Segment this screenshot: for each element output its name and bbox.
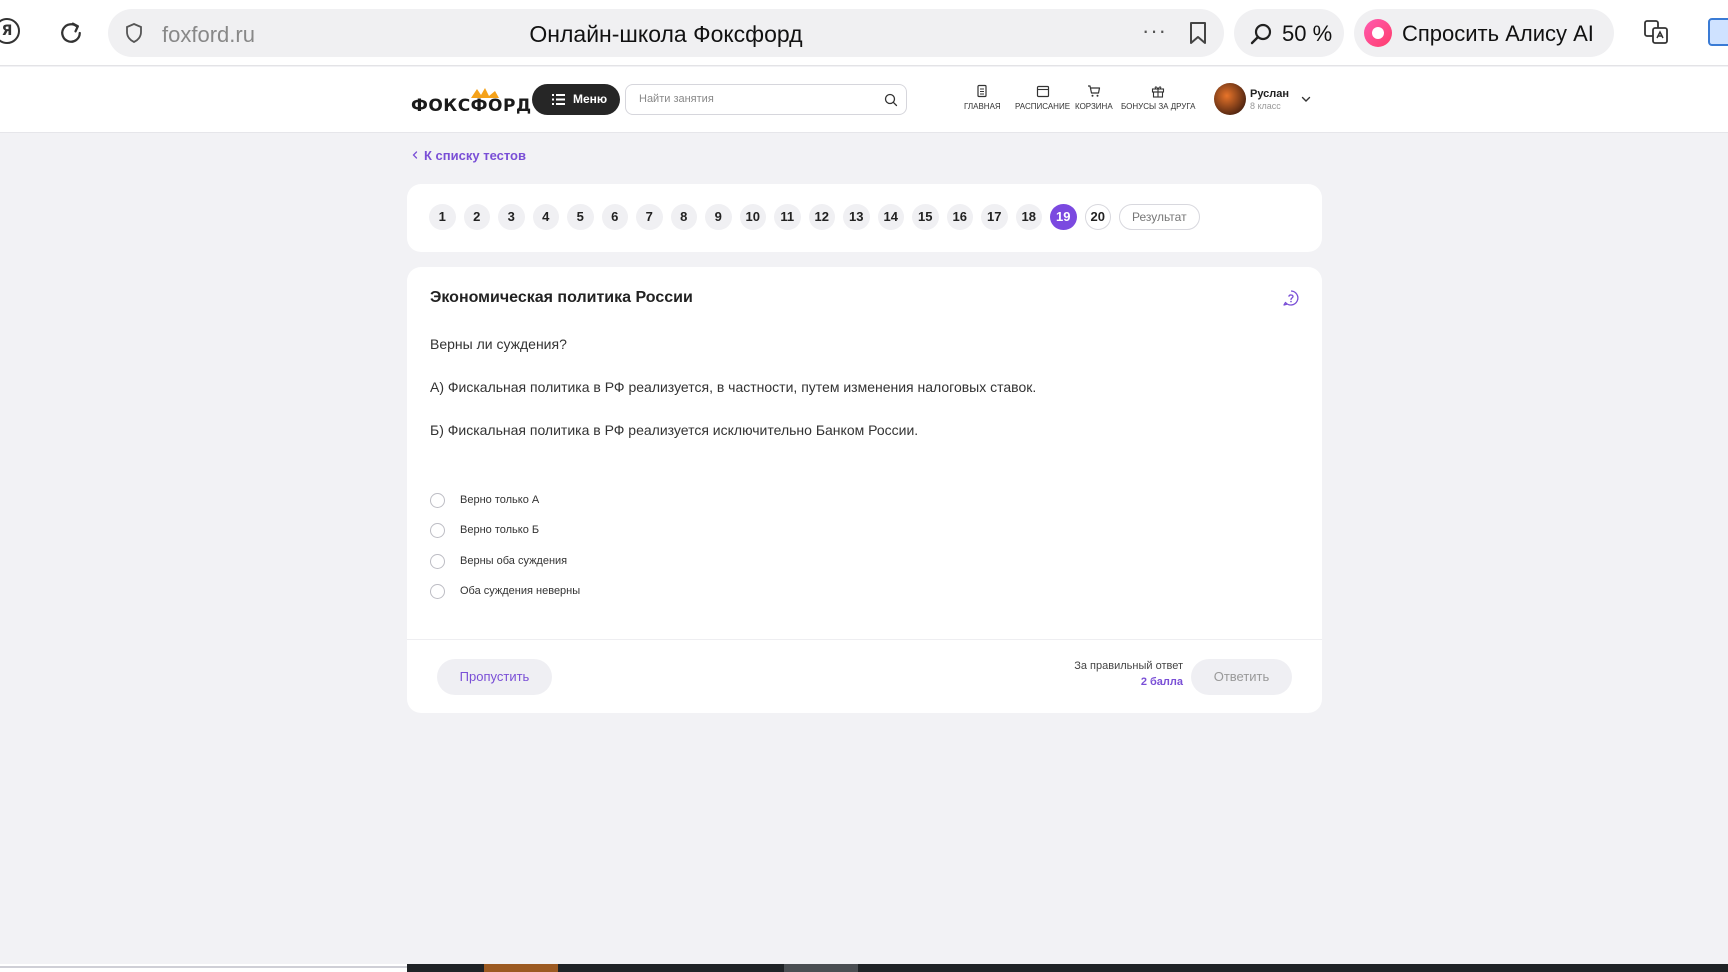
list-icon [552,94,565,105]
page-number[interactable]: 17 [981,204,1008,230]
answer-option[interactable]: Верно только А [430,491,539,509]
user-grade: 8 класс [1250,101,1281,111]
avatar[interactable] [1214,83,1246,115]
question-pager: 1 2 3 4 5 6 7 8 9 10 11 12 13 14 15 16 17 18 19 20 Результат [407,184,1322,252]
search-placeholder: Найти занятия [639,93,714,105]
statement-b: Б) Фискальная политика в РФ реализуется … [430,422,919,438]
nav-label: КОРЗИНА [1075,102,1113,111]
option-label: Верны оба суждения [460,555,568,567]
answer-option[interactable]: Верны оба суждения [430,552,567,570]
page-number[interactable]: 11 [774,204,801,230]
home-icon [977,84,987,98]
pager-list: 1 2 3 4 5 6 7 8 9 10 11 12 13 14 15 16 17 18 19 20 Результат [429,204,1200,230]
zoom-level: 50 % [1282,21,1333,46]
answer-option[interactable]: Верно только Б [430,521,539,539]
search-input[interactable]: Найти занятия [625,84,907,115]
yandex-icon[interactable]: Я [0,18,20,44]
reward-label: За правильный ответ [1074,660,1183,672]
taskbar [407,964,1728,972]
user-name: Руслан [1250,88,1290,100]
back-link-label: К списку тестов [424,148,526,163]
page-number[interactable]: 9 [705,204,732,230]
translate-icon[interactable] [1642,18,1670,46]
answer-button[interactable]: Ответить [1191,659,1292,695]
card-divider [407,639,1322,640]
search-icon[interactable] [884,93,898,107]
nav-schedule[interactable]: РАСПИСАНИЕ [1015,84,1070,111]
question-card: Экономическая политика России Верны ли с… [407,267,1322,713]
page-number[interactable]: 20 [1084,204,1111,230]
radio-button[interactable] [430,553,445,569]
radio-button[interactable] [430,583,445,599]
page-number[interactable]: 2 [463,204,490,230]
reward-points: 2 балла [1140,676,1183,688]
extension-icon[interactable] [1708,18,1728,46]
user-menu[interactable]: Руслан 8 класс [1212,81,1317,119]
result-button[interactable]: Результат [1119,204,1200,230]
calendar-icon [1036,85,1049,98]
taskbar-app-active[interactable] [484,964,558,972]
page-number[interactable]: 6 [601,204,628,230]
radio-button[interactable] [430,522,445,538]
zoom-search-icon [1250,23,1272,45]
chevron-down-icon[interactable] [1300,93,1312,105]
nav-cart[interactable]: КОРЗИНА [1075,84,1113,111]
help-icon[interactable] [1282,289,1300,307]
question-prompt: Верны ли суждения? [430,336,567,352]
ask-alice-button[interactable]: Спросить Алису AI [1354,9,1614,57]
page-number[interactable]: 7 [636,204,663,230]
nav-home[interactable]: ГЛАВНАЯ [964,84,1001,111]
site-header: ФОКСФОРД Меню Найти занятия ГЛАВНАЯ РАСП… [0,67,1728,133]
page-number[interactable]: 8 [670,204,697,230]
page-number[interactable]: 10 [739,204,766,230]
option-label: Верно только А [460,494,540,506]
bookmark-icon[interactable] [1186,20,1210,46]
tab-title: Онлайн-школа Фоксфорд [529,21,803,47]
reload-icon[interactable] [56,18,86,48]
alice-icon [1364,19,1392,47]
back-to-tests-link[interactable]: К списку тестов [410,148,526,163]
skip-button[interactable]: Пропустить [437,659,552,695]
nav-bonus[interactable]: БОНУСЫ ЗА ДРУГА [1121,84,1196,111]
menu-button[interactable]: Меню [532,84,620,115]
question-title: Экономическая политика России [430,289,693,306]
page-number[interactable]: 14 [877,204,904,230]
page-number[interactable]: 4 [532,204,559,230]
more-icon[interactable]: ··· [1142,18,1167,44]
nav-label: БОНУСЫ ЗА ДРУГА [1121,102,1196,111]
page-number[interactable]: 15 [912,204,939,230]
page-number[interactable]: 16 [946,204,973,230]
nav-label: РАСПИСАНИЕ [1015,102,1071,111]
foxford-logo[interactable]: ФОКСФОРД [411,86,531,116]
answer-option[interactable]: Оба суждения неверны [430,582,580,600]
page-number[interactable]: 5 [567,204,594,230]
page-number[interactable]: 12 [808,204,835,230]
taskbar-line [0,966,407,968]
option-label: Верно только Б [460,524,540,536]
browser-toolbar: Я foxford.ru Онлайн-школа Фоксфорд ··· 5… [0,0,1728,66]
menu-label: Меню [573,92,608,106]
radio-button[interactable] [430,492,445,508]
page-number[interactable]: 1 [429,204,456,230]
option-label: Оба суждения неверны [460,585,581,597]
statement-a: А) Фискальная политика в РФ реализуется,… [430,379,1037,395]
zoom-button[interactable]: 50 % [1234,9,1344,57]
nav-label: ГЛАВНАЯ [964,102,1001,111]
gift-icon [1152,86,1165,98]
ask-alice-label: Спросить Алису AI [1402,21,1594,46]
page-number[interactable]: 19 [1050,204,1077,230]
chevron-left-icon [412,151,418,159]
page-number[interactable]: 18 [1015,204,1042,230]
logo-text: ФОКСФОРД [411,96,532,116]
cart-icon [1087,85,1100,97]
taskbar-app[interactable] [784,964,858,972]
page-number[interactable]: 13 [843,204,870,230]
address-bar[interactable]: foxford.ru Онлайн-школа Фоксфорд ··· [108,9,1224,57]
page-number[interactable]: 3 [498,204,525,230]
